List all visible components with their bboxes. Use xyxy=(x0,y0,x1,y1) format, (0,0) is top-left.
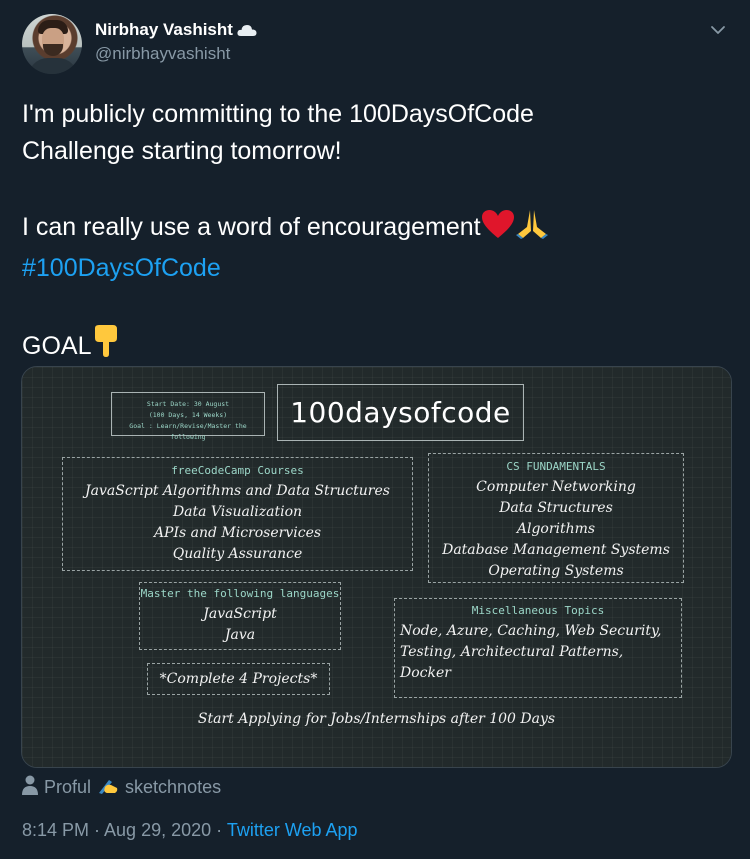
misc-item: Docker xyxy=(400,665,451,681)
tweet-image[interactable]: Start Date: 30 August (100 Days, 14 Week… xyxy=(21,366,732,768)
projects-box: *Complete 4 Projects* xyxy=(147,663,330,695)
pointing-down-icon xyxy=(91,324,121,369)
fcc-heading: freeCodeCamp Courses xyxy=(171,464,304,477)
misc-box: Miscellaneous Topics Node, Azure, Cachin… xyxy=(394,598,682,698)
fcc-item: JavaScript Algorithms and Data Structure… xyxy=(85,483,390,499)
fcc-box: freeCodeCamp Courses JavaScript Algorith… xyxy=(62,457,413,571)
author-info[interactable]: Nirbhay Vashisht @nirbhayvashisht xyxy=(95,20,257,64)
tweet-line: I'm publicly committing to the 100DaysOf… xyxy=(22,100,534,128)
sketchnote-board: Start Date: 30 August (100 Days, 14 Week… xyxy=(22,367,731,767)
cs-item: Data Structures xyxy=(499,500,613,516)
languages-heading: Master the following languages xyxy=(140,587,340,600)
timestamp-text[interactable]: 8:14 PM · Aug 29, 2020 · xyxy=(22,820,227,840)
title-box: 100daysofcode xyxy=(277,384,524,441)
misc-item: Node, Azure, Caching, Web Security, xyxy=(400,623,662,639)
cs-item: Operating Systems xyxy=(488,563,624,579)
tweet-line: I can really use a word of encouragement xyxy=(22,207,722,250)
credit-person[interactable]: Proful xyxy=(44,777,91,798)
cs-item: Database Management Systems xyxy=(442,542,670,558)
goal-text: Goal : Learn/Revise/Master the following xyxy=(129,422,247,441)
tweet-header: Nirbhay Vashisht @nirbhayvashisht xyxy=(22,14,728,76)
sketch-footer: Start Applying for Jobs/Internships afte… xyxy=(197,711,556,727)
person-icon xyxy=(22,775,38,800)
avatar[interactable] xyxy=(22,14,82,74)
tweet-line: GOAL xyxy=(22,324,722,369)
misc-item: Testing, Architectural Patterns, xyxy=(400,644,624,660)
start-date-box: Start Date: 30 August (100 Days, 14 Week… xyxy=(111,392,265,441)
start-date: Start Date: 30 August xyxy=(146,400,230,408)
cs-item: Computer Networking xyxy=(476,479,636,495)
fcc-item: Quality Assurance xyxy=(172,546,303,562)
image-credit: Proful sketchnotes xyxy=(22,775,221,800)
cs-item: Algorithms xyxy=(516,521,596,537)
source-app-link[interactable]: Twitter Web App xyxy=(227,820,358,840)
fcc-item: Data Visualization xyxy=(172,504,303,520)
language-item: JavaScript xyxy=(203,606,277,622)
hashtag-link[interactable]: #100DaysOfCode xyxy=(22,250,722,287)
misc-heading: Miscellaneous Topics xyxy=(471,604,605,617)
user-handle[interactable]: @nirbhayvashisht xyxy=(95,44,257,64)
duration: (100 Days, 14 Weeks) xyxy=(148,411,228,419)
language-item: Java xyxy=(224,627,256,643)
folded-hands-icon xyxy=(515,207,549,250)
sketch-title: 100daysofcode xyxy=(290,396,511,429)
tweet-timestamp: 8:14 PM · Aug 29, 2020 · Twitter Web App xyxy=(22,820,358,841)
cloud-icon xyxy=(237,23,257,37)
projects-text: *Complete 4 Projects* xyxy=(159,671,318,687)
cs-box: CS FUNDAMENTALS Computer Networking Data… xyxy=(428,453,684,583)
tweet-text: I'm publicly committing to the 100DaysOf… xyxy=(22,96,722,369)
fcc-item: APIs and Microservices xyxy=(153,525,322,541)
credit-tool: sketchnotes xyxy=(125,777,222,797)
writing-hand-icon xyxy=(97,775,119,800)
languages-box: Master the following languages JavaScrip… xyxy=(139,582,341,650)
display-name[interactable]: Nirbhay Vashisht xyxy=(95,20,257,40)
red-heart-icon xyxy=(481,209,515,250)
cs-heading: CS FUNDAMENTALS xyxy=(506,460,606,473)
tweet-line: Challenge starting tomorrow! xyxy=(22,137,342,165)
chevron-down-icon[interactable] xyxy=(708,20,728,40)
